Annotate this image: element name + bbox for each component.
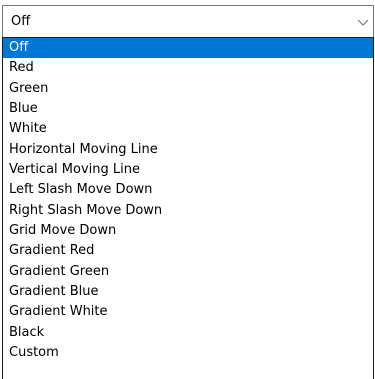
dropdown-options-list: Off Red Green Blue White Horizontal Movi…: [2, 37, 374, 379]
option-horizontal-moving-line[interactable]: Horizontal Moving Line: [3, 140, 373, 160]
option-vertical-moving-line[interactable]: Vertical Moving Line: [3, 160, 373, 180]
dropdown-selected-value: Off: [11, 14, 31, 29]
option-blue[interactable]: Blue: [3, 99, 373, 119]
chevron-down-icon[interactable]: [357, 16, 369, 26]
option-gradient-green[interactable]: Gradient Green: [3, 262, 373, 282]
option-off[interactable]: Off: [3, 38, 373, 59]
option-red[interactable]: Red: [3, 58, 373, 78]
option-custom[interactable]: Custom: [3, 343, 373, 363]
option-left-slash-move-down[interactable]: Left Slash Move Down: [3, 180, 373, 200]
option-gradient-blue[interactable]: Gradient Blue: [3, 282, 373, 302]
option-gradient-white[interactable]: Gradient White: [3, 302, 373, 322]
option-right-slash-move-down[interactable]: Right Slash Move Down: [3, 201, 373, 221]
option-green[interactable]: Green: [3, 79, 373, 99]
pattern-dropdown[interactable]: Off: [2, 5, 374, 37]
option-white[interactable]: White: [3, 119, 373, 139]
option-grid-move-down[interactable]: Grid Move Down: [3, 221, 373, 241]
option-black[interactable]: Black: [3, 323, 373, 343]
option-gradient-red[interactable]: Gradient Red: [3, 241, 373, 261]
